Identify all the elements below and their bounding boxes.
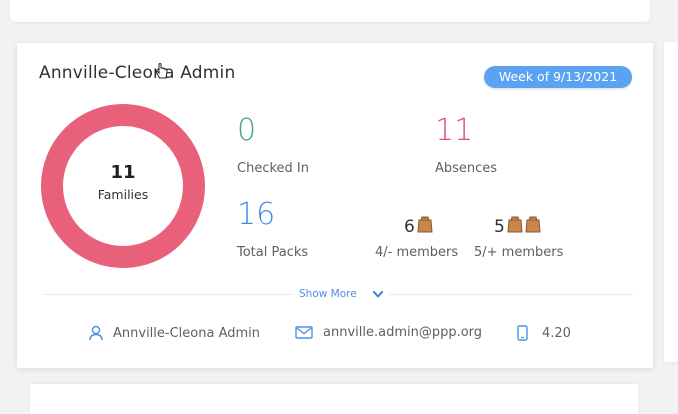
footer-contact-phone: 4.20 [517, 325, 571, 341]
location-summary-card: Annville-Cleona Admin Week of 9/13/2021 … [17, 43, 653, 368]
user-icon [89, 325, 103, 341]
contact-name: Annville-Cleona Admin [113, 325, 260, 341]
phone-icon [517, 325, 528, 341]
contact-phone: 4.20 [542, 325, 571, 341]
bag-icon [525, 215, 541, 238]
contact-email[interactable]: annville.admin@ppp.org [323, 325, 482, 340]
families-count: 11 [110, 162, 136, 183]
small-pack-number: 6 [404, 216, 415, 237]
large-pack-count: 5 [494, 215, 541, 238]
week-badge[interactable]: Week of 9/13/2021 [484, 66, 632, 88]
show-more-button[interactable]: Show More [293, 288, 389, 300]
bag-icon [507, 215, 523, 238]
background-card-right [664, 42, 678, 362]
mail-icon [295, 326, 313, 339]
hand-cursor-icon [155, 63, 169, 85]
card-title: Annville-Cleona Admin [39, 63, 236, 83]
absences-value: 11 [435, 113, 474, 148]
checked-in-label: Checked In [237, 161, 309, 176]
background-card-bottom [30, 384, 638, 414]
bag-icon [417, 215, 433, 238]
show-more-label: Show More [299, 288, 357, 300]
footer-contact-email: annville.admin@ppp.org [295, 325, 482, 340]
large-pack-number: 5 [494, 216, 505, 237]
absences-label: Absences [435, 161, 498, 176]
small-pack-label: 4/- members [375, 245, 459, 260]
total-packs-label: Total Packs [237, 245, 309, 260]
families-label: Families [97, 187, 149, 202]
small-pack-count: 6 [404, 215, 433, 238]
footer-contact-name: Annville-Cleona Admin [89, 325, 260, 341]
total-packs-value: 16 [237, 197, 276, 232]
families-donut-chart: 11 Families [40, 103, 206, 269]
chevron-down-icon [372, 290, 383, 298]
background-card-top [10, 0, 650, 22]
checked-in-value: 0 [237, 113, 257, 148]
large-pack-label: 5/+ members [474, 245, 564, 260]
